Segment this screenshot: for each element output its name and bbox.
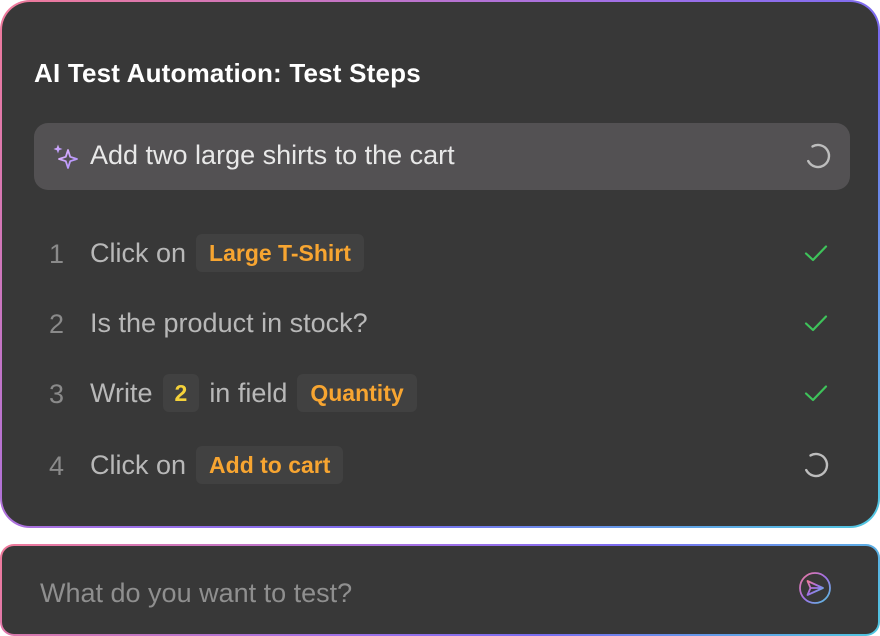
- step-number: 2: [49, 309, 65, 339]
- element-chip[interactable]: Add to cart: [196, 446, 344, 484]
- step-content: Write 2 in field Quantity: [90, 371, 417, 415]
- step-row: 1 Click on Large T-Shirt: [2, 231, 878, 281]
- test-prompt-input[interactable]: [38, 572, 782, 614]
- step-text: Write: [90, 377, 153, 408]
- step-row: 2 Is the product in stock?: [2, 301, 878, 351]
- loading-spinner-icon: [803, 452, 829, 478]
- panel-title: AI Test Automation: Test Steps: [34, 58, 421, 88]
- step-number: 3: [49, 379, 65, 409]
- check-icon: [804, 315, 828, 332]
- step-number: 4: [49, 451, 65, 481]
- test-steps-card-border: AI Test Automation: Test Steps Add two l…: [0, 0, 880, 528]
- element-chip[interactable]: Quantity: [297, 374, 417, 412]
- step-text: Click on: [90, 237, 187, 268]
- element-chip[interactable]: Large T-Shirt: [196, 234, 364, 272]
- step-text: in field: [209, 377, 288, 408]
- step-content: Click on Add to cart: [90, 443, 344, 487]
- step-text: Click on: [90, 449, 187, 480]
- test-input-box: [2, 546, 878, 634]
- prompt-bar: Add two large shirts to the cart: [34, 123, 850, 190]
- step-content: Is the product in stock?: [90, 301, 368, 345]
- step-row: 3 Write 2 in field Quantity: [2, 371, 878, 421]
- sparkle-icon: [53, 144, 78, 169]
- check-icon: [804, 385, 828, 402]
- step-text: Is the product in stock?: [90, 307, 368, 338]
- value-chip[interactable]: 2: [162, 374, 200, 412]
- step-number: 1: [49, 239, 65, 269]
- test-steps-card: AI Test Automation: Test Steps Add two l…: [2, 2, 878, 526]
- send-icon[interactable]: [798, 571, 832, 605]
- check-icon: [804, 245, 828, 262]
- prompt-text: Add two large shirts to the cart: [90, 140, 455, 170]
- step-row: 4 Click on Add to cart: [2, 443, 878, 493]
- loading-spinner-icon: [805, 143, 831, 169]
- test-input-border: [0, 544, 880, 636]
- step-content: Click on Large T-Shirt: [90, 231, 364, 275]
